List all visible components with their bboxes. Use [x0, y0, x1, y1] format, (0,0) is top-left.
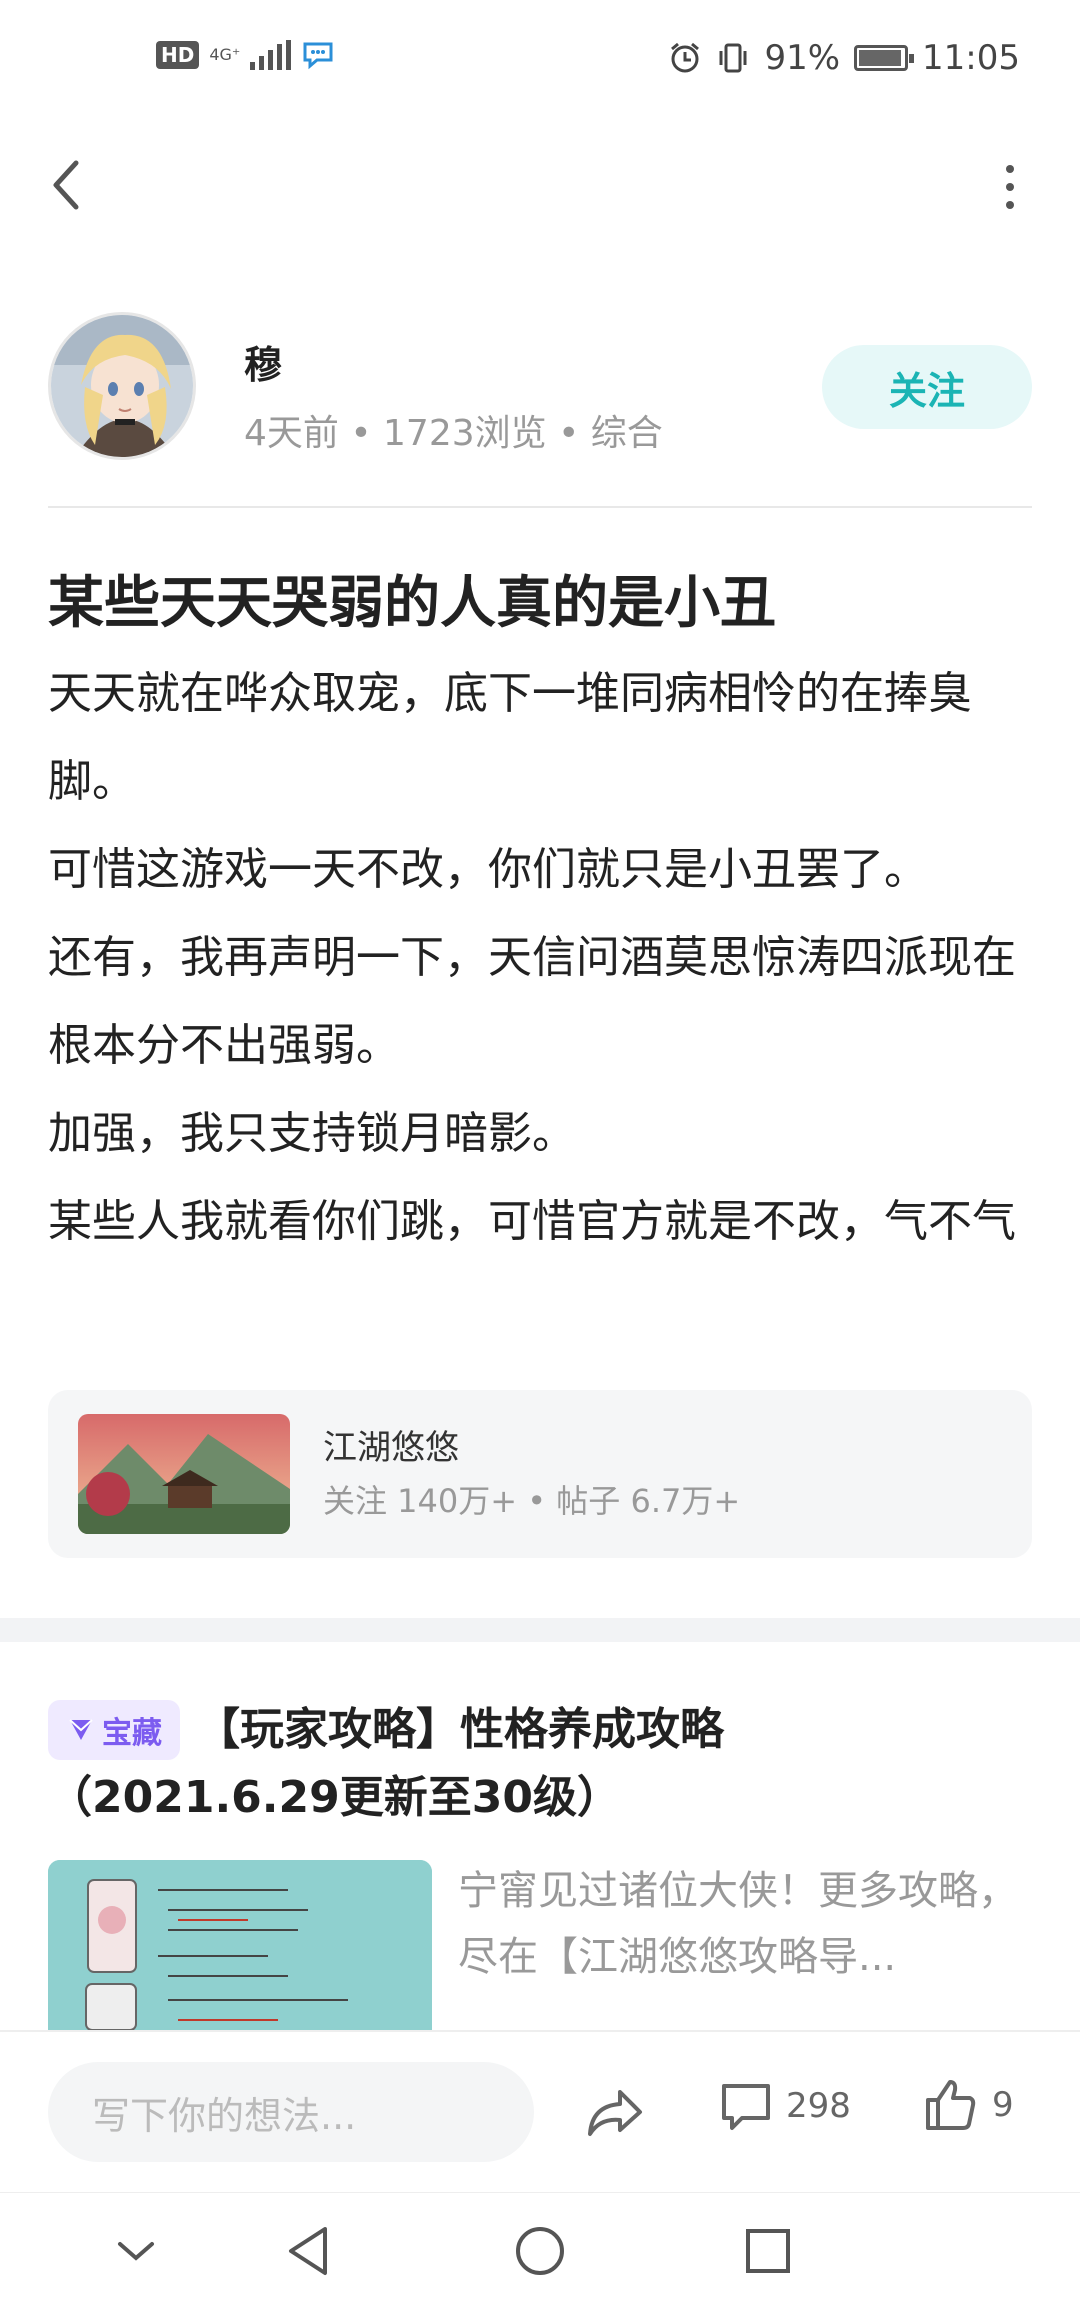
diamond-icon	[69, 1719, 93, 1740]
system-navigation-bar	[0, 2192, 1080, 2310]
recommended-title[interactable]: 【玩家攻略】性格养成攻略	[196, 1700, 724, 1760]
post-body: 天天就在哗众取宠，底下一堆同病相怜的在捧臭脚。 可惜这游戏一天不改，你们就只是小…	[48, 650, 1038, 1266]
thumbs-up-icon	[926, 2080, 976, 2130]
post-paragraph: 天天就在哗众取宠，底下一堆同病相怜的在捧臭脚。	[48, 668, 972, 807]
system-home-button[interactable]	[510, 2221, 570, 2281]
chevron-down-icon	[118, 2242, 154, 2261]
clock: 11:05	[922, 38, 1020, 78]
battery-percent: 91%	[764, 38, 841, 78]
post-meta: 4天前 • 1723浏览 • 综合	[244, 413, 663, 454]
game-stats: 关注 140万+ • 帖子 6.7万+	[323, 1482, 741, 1520]
circle-home-icon	[516, 2227, 564, 2275]
more-options-button[interactable]	[1000, 165, 1020, 209]
chat-bubble-icon	[303, 42, 333, 70]
back-button[interactable]	[44, 155, 94, 215]
hd-badge: HD	[156, 41, 200, 69]
bottom-action-bar: 写下你的想法... 298 9	[0, 2030, 1080, 2190]
vibrate-icon	[719, 43, 747, 73]
follow-button[interactable]: 关注	[822, 345, 1032, 429]
divider	[48, 506, 1032, 508]
chevron-left-icon	[53, 160, 79, 210]
comment-count: 298	[786, 2086, 851, 2126]
treasure-badge: 宝藏	[48, 1700, 180, 1760]
comment-button[interactable]: 298	[720, 2080, 851, 2132]
post-paragraph: 可惜这游戏一天不改，你们就只是小丑罢了。	[48, 844, 928, 895]
post-paragraph: 某些人我就看你们跳，可惜官方就是不改，气不气	[48, 1196, 1016, 1247]
share-button[interactable]	[584, 2082, 646, 2142]
like-count: 9	[992, 2085, 1014, 2125]
signal-icon	[250, 40, 292, 70]
system-back-button[interactable]	[278, 2221, 338, 2281]
recommended-thumbnail[interactable]	[48, 1860, 432, 2030]
battery-icon	[854, 45, 915, 71]
recommended-excerpt[interactable]: 宁甯见过诸位大侠！更多攻略，尽在【江湖悠悠攻略导...	[458, 1858, 1018, 1990]
share-icon	[588, 2090, 642, 2136]
comment-icon	[722, 2084, 770, 2130]
alarm-icon	[671, 42, 700, 73]
post-title: 某些天天哭弱的人真的是小丑	[48, 571, 776, 636]
section-separator	[0, 1618, 1080, 1642]
triangle-back-icon	[289, 2227, 327, 2275]
badge-label: 宝藏	[102, 1716, 162, 1751]
comment-input[interactable]: 写下你的想法...	[48, 2062, 534, 2162]
game-card[interactable]: 江湖悠悠 关注 140万+ • 帖子 6.7万+	[48, 1390, 1032, 1558]
author-avatar[interactable]	[48, 312, 196, 460]
post-paragraph: 还有，我再声明一下，天信问酒莫思惊涛四派现在根本分不出强弱。	[48, 932, 1016, 1071]
status-bar: HD 4G⁺ 91% 11:05	[0, 0, 1080, 120]
status-right: 91% 11:05	[668, 38, 1020, 78]
game-thumbnail	[78, 1414, 290, 1534]
author-name[interactable]: 穆	[244, 334, 282, 389]
post-paragraph: 加强，我只支持锁月暗影。	[48, 1108, 576, 1159]
more-vertical-icon	[1006, 165, 1014, 173]
game-name: 江湖悠悠	[323, 1428, 459, 1468]
network-type: 4G⁺	[209, 45, 241, 64]
avatar-image	[51, 315, 193, 457]
system-recents-button[interactable]	[738, 2221, 798, 2281]
status-left: HD 4G⁺	[156, 40, 335, 70]
square-recents-icon	[746, 2229, 790, 2273]
recommended-title-line2[interactable]: （2021.6.29更新至30级）	[48, 1768, 621, 1828]
hide-keyboard-button[interactable]	[106, 2221, 166, 2281]
like-button[interactable]: 9	[924, 2078, 1014, 2132]
